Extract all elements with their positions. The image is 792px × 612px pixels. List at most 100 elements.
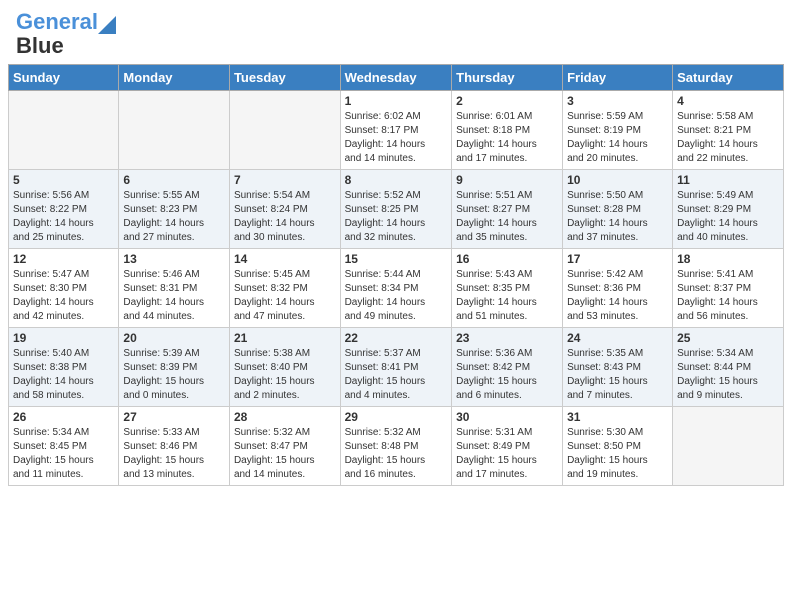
day-number: 3	[567, 94, 668, 108]
calendar-cell: 13 Sunrise: 5:46 AMSunset: 8:31 PMDayligh…	[119, 249, 230, 328]
calendar-cell: 23 Sunrise: 5:36 AMSunset: 8:42 PMDayligh…	[452, 328, 563, 407]
day-info: Sunrise: 5:47 AMSunset: 8:30 PMDaylight:…	[13, 268, 114, 324]
day-number: 28	[234, 410, 336, 424]
calendar-cell: 6Sunrise: 5:55 AMSunset: 8:23 PMDaylight…	[119, 170, 230, 249]
col-friday: Friday	[563, 65, 673, 91]
day-number: 16	[456, 252, 558, 266]
day-info: Sunrise: 5:58 AMSunset: 8:21 PMDaylight:…	[677, 110, 779, 166]
calendar-cell: 20 Sunrise: 5:39 AMSunset: 8:39 PMDayligh…	[119, 328, 230, 407]
logo-blue: Blue	[16, 33, 64, 58]
day-info: Sunrise: 5:54 AMSunset: 8:24 PMDaylight:…	[234, 189, 336, 245]
logo: General Blue	[16, 10, 98, 58]
day-number: 9	[456, 173, 558, 187]
calendar-wrapper: Sunday Monday Tuesday Wednesday Thursday…	[0, 64, 792, 494]
calendar-cell: 19 Sunrise: 5:40 AMSunset: 8:38 PMDayligh…	[9, 328, 119, 407]
day-number: 30	[456, 410, 558, 424]
calendar-cell: 12 Sunrise: 5:47 AMSunset: 8:30 PMDayligh…	[9, 249, 119, 328]
calendar-cell: 21Sunrise: 5:38 AMSunset: 8:40 PMDayligh…	[229, 328, 340, 407]
day-number: 12	[13, 252, 114, 266]
calendar-cell	[673, 407, 784, 486]
col-tuesday: Tuesday	[229, 65, 340, 91]
day-info: Sunrise: 5:45 AMSunset: 8:32 PMDaylight:…	[234, 268, 336, 324]
day-number: 13	[123, 252, 225, 266]
day-number: 14	[234, 252, 336, 266]
calendar-cell	[9, 91, 119, 170]
calendar-week-1: 1 Sunrise: 6:02 AMSunset: 8:17 PMDaylight…	[9, 91, 784, 170]
day-number: 19	[13, 331, 114, 345]
day-info: Sunrise: 5:36 AMSunset: 8:42 PMDaylight:…	[456, 347, 558, 403]
day-info: Sunrise: 5:41 AMSunset: 8:37 PMDaylight:…	[677, 268, 779, 324]
day-info: Sunrise: 5:39 AMSunset: 8:39 PMDaylight:…	[123, 347, 225, 403]
calendar-cell: 30 Sunrise: 5:31 AMSunset: 8:49 PMDayligh…	[452, 407, 563, 486]
day-number: 8	[345, 173, 448, 187]
day-info: Sunrise: 5:33 AMSunset: 8:46 PMDaylight:…	[123, 426, 225, 482]
day-number: 24	[567, 331, 668, 345]
logo-triangle-icon	[98, 12, 116, 34]
calendar-cell: 27 Sunrise: 5:33 AMSunset: 8:46 PMDayligh…	[119, 407, 230, 486]
day-number: 31	[567, 410, 668, 424]
day-info: Sunrise: 5:49 AMSunset: 8:29 PMDaylight:…	[677, 189, 779, 245]
day-number: 10	[567, 173, 668, 187]
day-info: Sunrise: 6:01 AMSunset: 8:18 PMDaylight:…	[456, 110, 558, 166]
calendar-cell: 16 Sunrise: 5:43 AMSunset: 8:35 PMDayligh…	[452, 249, 563, 328]
calendar-cell: 22 Sunrise: 5:37 AMSunset: 8:41 PMDayligh…	[340, 328, 452, 407]
day-info: Sunrise: 5:30 AMSunset: 8:50 PMDaylight:…	[567, 426, 668, 482]
day-number: 20	[123, 331, 225, 345]
day-info: Sunrise: 5:37 AMSunset: 8:41 PMDaylight:…	[345, 347, 448, 403]
day-number: 18	[677, 252, 779, 266]
calendar-week-2: 5 Sunrise: 5:56 AMSunset: 8:22 PMDaylight…	[9, 170, 784, 249]
col-monday: Monday	[119, 65, 230, 91]
day-number: 15	[345, 252, 448, 266]
day-info: Sunrise: 5:44 AMSunset: 8:34 PMDaylight:…	[345, 268, 448, 324]
day-number: 2	[456, 94, 558, 108]
calendar-table: Sunday Monday Tuesday Wednesday Thursday…	[8, 64, 784, 486]
day-info: Sunrise: 5:46 AMSunset: 8:31 PMDaylight:…	[123, 268, 225, 324]
day-info: Sunrise: 5:52 AMSunset: 8:25 PMDaylight:…	[345, 189, 448, 245]
calendar-cell: 9Sunrise: 5:51 AMSunset: 8:27 PMDaylight…	[452, 170, 563, 249]
day-info: Sunrise: 5:50 AMSunset: 8:28 PMDaylight:…	[567, 189, 668, 245]
day-number: 7	[234, 173, 336, 187]
calendar-week-5: 26Sunrise: 5:34 AMSunset: 8:45 PMDayligh…	[9, 407, 784, 486]
calendar-cell: 29 Sunrise: 5:32 AMSunset: 8:48 PMDayligh…	[340, 407, 452, 486]
day-number: 5	[13, 173, 114, 187]
day-info: Sunrise: 5:31 AMSunset: 8:49 PMDaylight:…	[456, 426, 558, 482]
day-number: 27	[123, 410, 225, 424]
calendar-cell: 8 Sunrise: 5:52 AMSunset: 8:25 PMDaylight…	[340, 170, 452, 249]
day-info: Sunrise: 5:43 AMSunset: 8:35 PMDaylight:…	[456, 268, 558, 324]
calendar-cell: 4 Sunrise: 5:58 AMSunset: 8:21 PMDaylight…	[673, 91, 784, 170]
day-info: Sunrise: 6:02 AMSunset: 8:17 PMDaylight:…	[345, 110, 448, 166]
col-wednesday: Wednesday	[340, 65, 452, 91]
calendar-cell: 2 Sunrise: 6:01 AMSunset: 8:18 PMDaylight…	[452, 91, 563, 170]
calendar-cell: 10 Sunrise: 5:50 AMSunset: 8:28 PMDayligh…	[563, 170, 673, 249]
calendar-cell: 7 Sunrise: 5:54 AMSunset: 8:24 PMDaylight…	[229, 170, 340, 249]
day-info: Sunrise: 5:42 AMSunset: 8:36 PMDaylight:…	[567, 268, 668, 324]
day-number: 29	[345, 410, 448, 424]
day-number: 6	[123, 173, 225, 187]
day-info: Sunrise: 5:56 AMSunset: 8:22 PMDaylight:…	[13, 189, 114, 245]
calendar-cell: 5 Sunrise: 5:56 AMSunset: 8:22 PMDaylight…	[9, 170, 119, 249]
calendar-cell: 1 Sunrise: 6:02 AMSunset: 8:17 PMDaylight…	[340, 91, 452, 170]
day-number: 21	[234, 331, 336, 345]
col-saturday: Saturday	[673, 65, 784, 91]
calendar-cell: 31 Sunrise: 5:30 AMSunset: 8:50 PMDayligh…	[563, 407, 673, 486]
day-info: Sunrise: 5:32 AMSunset: 8:48 PMDaylight:…	[345, 426, 448, 482]
calendar-week-3: 12 Sunrise: 5:47 AMSunset: 8:30 PMDayligh…	[9, 249, 784, 328]
calendar-cell: 18 Sunrise: 5:41 AMSunset: 8:37 PMDayligh…	[673, 249, 784, 328]
calendar-week-4: 19 Sunrise: 5:40 AMSunset: 8:38 PMDayligh…	[9, 328, 784, 407]
calendar-header-row: Sunday Monday Tuesday Wednesday Thursday…	[9, 65, 784, 91]
calendar-cell	[119, 91, 230, 170]
header: General Blue	[0, 0, 792, 64]
day-info: Sunrise: 5:40 AMSunset: 8:38 PMDaylight:…	[13, 347, 114, 403]
day-number: 11	[677, 173, 779, 187]
day-info: Sunrise: 5:59 AMSunset: 8:19 PMDaylight:…	[567, 110, 668, 166]
col-thursday: Thursday	[452, 65, 563, 91]
day-number: 23	[456, 331, 558, 345]
day-number: 4	[677, 94, 779, 108]
day-number: 26	[13, 410, 114, 424]
day-number: 1	[345, 94, 448, 108]
calendar-cell: 26Sunrise: 5:34 AMSunset: 8:45 PMDayligh…	[9, 407, 119, 486]
calendar-cell: 3 Sunrise: 5:59 AMSunset: 8:19 PMDaylight…	[563, 91, 673, 170]
calendar-cell: 28 Sunrise: 5:32 AMSunset: 8:47 PMDayligh…	[229, 407, 340, 486]
day-number: 22	[345, 331, 448, 345]
day-info: Sunrise: 5:32 AMSunset: 8:47 PMDaylight:…	[234, 426, 336, 482]
